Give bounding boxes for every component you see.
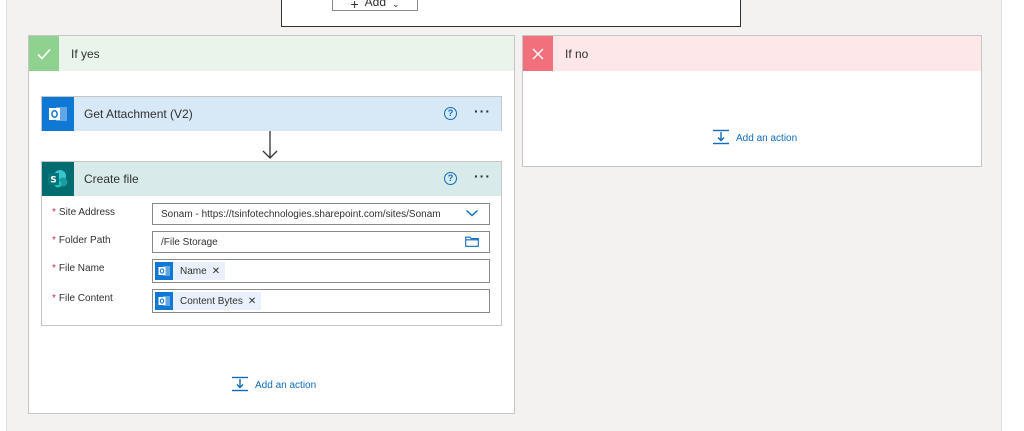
close-icon[interactable]: ✕ <box>212 266 220 277</box>
required-marker: * <box>52 235 56 246</box>
action-get-attachment-header[interactable]: Get Attachment (V2) ? ··· <box>42 97 501 131</box>
file-content-label-text: File Content <box>58 293 113 304</box>
close-icon[interactable]: ✕ <box>248 296 256 307</box>
token-label: Content Bytes <box>180 295 243 307</box>
chevron-down-icon: ⌄ <box>392 0 400 9</box>
action-create-file-header[interactable]: S Create file ? ··· <box>42 162 501 196</box>
help-circle-icon[interactable]: ? <box>444 107 457 120</box>
more-options-icon[interactable]: ··· <box>474 169 491 183</box>
action-get-attachment-title: Get Attachment (V2) <box>84 107 193 121</box>
branch-if-no-header[interactable]: If no <box>523 36 981 71</box>
add-an-action-label: Add an action <box>255 380 317 391</box>
more-options-icon[interactable]: ··· <box>474 104 491 118</box>
site-address-label: * Site Address <box>52 207 115 218</box>
outlook-icon <box>155 292 173 310</box>
file-content-label: * File Content <box>52 293 113 304</box>
action-get-attachment[interactable]: Get Attachment (V2) ? ··· <box>41 96 502 131</box>
site-address-label-text: Site Address <box>58 207 116 218</box>
token-label: Name <box>180 265 207 277</box>
arrow-down-icon <box>262 131 278 159</box>
required-marker: * <box>52 207 56 218</box>
site-address-value: Sonam - https://tsinfotechnologies.share… <box>161 208 441 220</box>
sharepoint-icon: S <box>42 162 74 196</box>
branch-if-no-title: If no <box>565 46 589 61</box>
file-name-label: * File Name <box>52 263 104 274</box>
close-icon <box>523 36 553 71</box>
required-marker: * <box>52 293 56 304</box>
add-action-icon <box>231 376 249 395</box>
svg-text:S: S <box>50 176 56 186</box>
flow-canvas: + Add ⌄ If yes If no Add an action Get A… <box>6 0 1002 431</box>
folder-path-label-text: Folder Path <box>58 235 111 246</box>
add-action-icon <box>712 129 730 148</box>
condition-card: + Add ⌄ <box>281 0 741 27</box>
folder-path-input[interactable]: /File Storage <box>152 231 490 253</box>
action-create-file-title: Create file <box>84 172 139 186</box>
add-an-action-label: Add an action <box>736 133 798 144</box>
required-marker: * <box>52 263 56 274</box>
action-create-file: S Create file ? ··· * Site Address Sonam … <box>41 161 502 326</box>
plus-icon: + <box>350 0 359 12</box>
branch-if-no: If no Add an action <box>522 35 982 167</box>
chevron-down-icon[interactable] <box>465 208 479 221</box>
add-button[interactable]: + Add ⌄ <box>332 0 418 11</box>
folder-path-value: /File Storage <box>161 236 218 248</box>
help-circle-icon[interactable]: ? <box>444 172 457 185</box>
branch-if-yes-header[interactable]: If yes <box>29 36 514 71</box>
outlook-icon <box>42 97 74 131</box>
file-name-label-text: File Name <box>58 263 105 274</box>
dynamic-content-token[interactable]: Content Bytes ✕ <box>155 292 262 310</box>
dynamic-content-token[interactable]: Name ✕ <box>155 262 226 280</box>
file-name-input[interactable]: Name ✕ <box>152 259 490 283</box>
folder-path-label: * Folder Path <box>52 235 111 246</box>
folder-icon[interactable] <box>465 236 479 250</box>
add-button-label: Add <box>364 0 386 9</box>
file-content-input[interactable]: Content Bytes ✕ <box>152 289 490 313</box>
add-an-action-yes[interactable]: Add an action <box>231 376 316 395</box>
add-an-action-no[interactable]: Add an action <box>712 129 797 148</box>
outlook-icon <box>155 262 173 280</box>
checkmark-icon <box>29 36 59 71</box>
site-address-dropdown[interactable]: Sonam - https://tsinfotechnologies.share… <box>152 203 490 225</box>
branch-if-yes-title: If yes <box>71 46 100 61</box>
